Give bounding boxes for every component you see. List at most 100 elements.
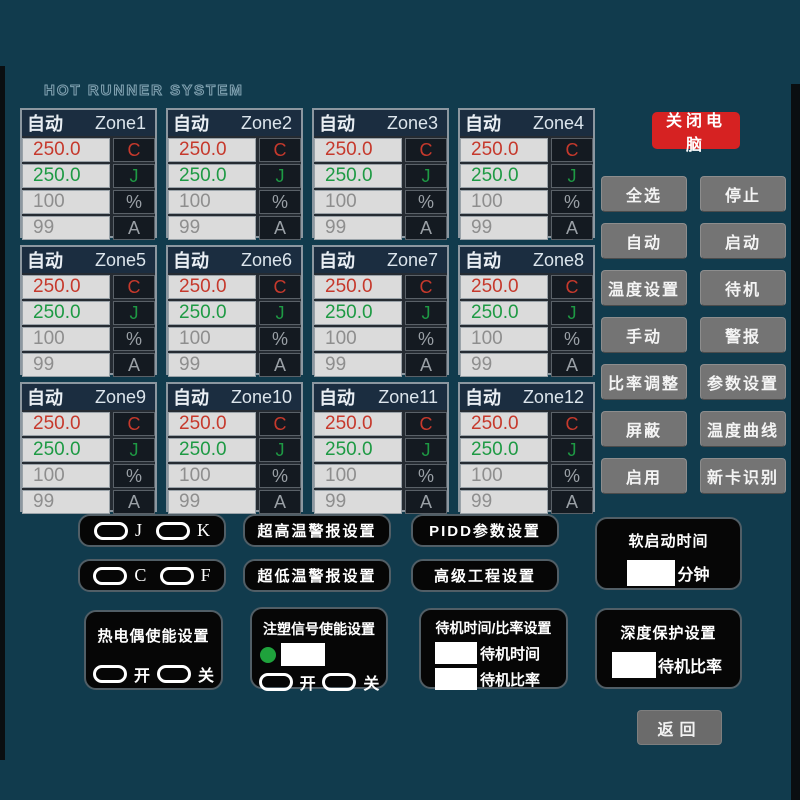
zone-header: 自动 Zone5 [22, 247, 155, 273]
zone-output-value: 100 [168, 464, 256, 488]
zone-panel[interactable]: 自动 Zone3 250.0 C 250.0 J 100 % 99 A [312, 108, 449, 238]
injection-on-option[interactable]: 开 [259, 670, 316, 694]
zone-output-unit: % [551, 464, 593, 488]
control-button[interactable]: 启用 [601, 458, 687, 494]
zone-output-row: 100 % [22, 327, 155, 351]
advanced-engineering-settings-button[interactable]: 高级工程设置 [411, 559, 559, 592]
control-button[interactable]: 手动 [601, 317, 687, 353]
zone-output-row: 100 % [314, 464, 447, 488]
zone-actual-temp-row: 250.0 C [314, 412, 447, 436]
low-temp-alarm-settings-button[interactable]: 超低温警报设置 [243, 559, 391, 592]
zone-thermocouple-type: J [113, 164, 155, 188]
zone-output-unit: % [113, 464, 155, 488]
pidd-parameter-settings-button[interactable]: PIDD参数设置 [411, 514, 559, 547]
control-button[interactable]: 待机 [700, 270, 786, 306]
radio-oval-icon[interactable] [93, 665, 127, 683]
control-button[interactable]: 温度曲线 [700, 411, 786, 447]
zone-panel[interactable]: 自动 Zone9 250.0 C 250.0 J 100 % 99 A [20, 382, 157, 512]
standby-ratio-input[interactable] [435, 668, 477, 690]
control-button[interactable]: 屏蔽 [601, 411, 687, 447]
radio-oval-icon[interactable] [94, 522, 128, 540]
zone-output-value: 100 [22, 327, 110, 351]
zone-current-row: 99 A [460, 216, 593, 240]
zone-current-row: 99 A [168, 490, 301, 514]
zone-output-unit: % [405, 327, 447, 351]
tc-type-option-k[interactable]: K [156, 520, 210, 541]
zone-panel[interactable]: 自动 Zone12 250.0 C 250.0 J 100 % 99 A [458, 382, 595, 512]
zone-mode-label: 自动 [465, 384, 501, 410]
tc-type-option-j[interactable]: J [94, 520, 142, 541]
zone-set-temp-row: 250.0 J [460, 301, 593, 325]
back-button[interactable]: 返回 [637, 710, 722, 745]
zone-actual-temp-unit: C [259, 138, 301, 162]
zone-panel[interactable]: 自动 Zone8 250.0 C 250.0 J 100 % 99 A [458, 245, 595, 375]
radio-oval-icon[interactable] [160, 567, 194, 585]
injection-signal-input[interactable] [281, 643, 325, 666]
zone-output-value: 100 [22, 464, 110, 488]
zone-current-value: 99 [314, 490, 402, 514]
zone-header: 自动 Zone4 [460, 110, 593, 136]
zone-set-temp-row: 250.0 J [22, 301, 155, 325]
zone-output-unit: % [551, 327, 593, 351]
control-button[interactable]: 启动 [700, 223, 786, 259]
zone-name-label: Zone2 [241, 113, 292, 134]
soft-start-row: 分钟 [597, 560, 740, 586]
high-temp-alarm-settings-button[interactable]: 超高温警报设置 [243, 514, 391, 547]
zone-current-row: 99 A [314, 490, 447, 514]
zone-panel[interactable]: 自动 Zone7 250.0 C 250.0 J 100 % 99 A [312, 245, 449, 375]
zone-name-label: Zone7 [387, 250, 438, 271]
control-button[interactable]: 参数设置 [700, 364, 786, 400]
radio-oval-icon[interactable] [322, 673, 356, 691]
control-button[interactable]: 停止 [700, 176, 786, 212]
zone-current-row: 99 A [22, 490, 155, 514]
zone-current-unit: A [259, 490, 301, 514]
zone-output-value: 100 [314, 464, 402, 488]
radio-oval-icon[interactable] [93, 567, 127, 585]
control-button[interactable]: 新卡识别 [700, 458, 786, 494]
standby-time-input[interactable] [435, 642, 477, 664]
control-button[interactable]: 自动 [601, 223, 687, 259]
zone-name-label: Zone11 [378, 387, 438, 408]
zone-name-label: Zone10 [231, 387, 292, 408]
control-button[interactable]: 警报 [700, 317, 786, 353]
zone-mode-label: 自动 [173, 247, 209, 273]
control-button[interactable]: 温度设置 [601, 270, 687, 306]
radio-oval-icon[interactable] [259, 673, 293, 691]
depth-protection-input[interactable] [612, 652, 656, 678]
zone-current-value: 99 [460, 216, 548, 240]
zone-panel[interactable]: 自动 Zone5 250.0 C 250.0 J 100 % 99 A [20, 245, 157, 375]
temp-unit-option-f[interactable]: F [160, 565, 211, 586]
zone-name-label: Zone6 [241, 250, 292, 271]
zone-mode-label: 自动 [27, 110, 63, 136]
zone-output-unit: % [259, 190, 301, 214]
zone-panel[interactable]: 自动 Zone4 250.0 C 250.0 J 100 % 99 A [458, 108, 595, 238]
soft-start-minutes-input[interactable] [627, 560, 675, 586]
zone-panel[interactable]: 自动 Zone10 250.0 C 250.0 J 100 % 99 A [166, 382, 303, 512]
tc-enable-off-option[interactable]: 关 [157, 662, 214, 686]
tc-enable-on-option[interactable]: 开 [93, 662, 150, 686]
zone-panel[interactable]: 自动 Zone11 250.0 C 250.0 J 100 % 99 A [312, 382, 449, 512]
zone-actual-temp-row: 250.0 C [22, 275, 155, 299]
zone-mode-label: 自动 [173, 384, 209, 410]
zone-actual-temp-value: 250.0 [314, 275, 402, 299]
zone-header: 自动 Zone1 [22, 110, 155, 136]
control-button[interactable]: 比率调整 [601, 364, 687, 400]
zone-current-value: 99 [314, 353, 402, 377]
zone-current-unit: A [551, 353, 593, 377]
radio-oval-icon[interactable] [157, 665, 191, 683]
zone-panel[interactable]: 自动 Zone6 250.0 C 250.0 J 100 % 99 A [166, 245, 303, 375]
zone-header: 自动 Zone7 [314, 247, 447, 273]
zone-header: 自动 Zone6 [168, 247, 301, 273]
zone-output-value: 100 [314, 190, 402, 214]
radio-oval-icon[interactable] [156, 522, 190, 540]
temp-unit-option-c[interactable]: C [93, 565, 146, 586]
control-button[interactable]: 全选 [601, 176, 687, 212]
zone-set-temp-value: 250.0 [460, 438, 548, 462]
injection-off-option[interactable]: 关 [322, 670, 379, 694]
zone-panel[interactable]: 自动 Zone2 250.0 C 250.0 J 100 % 99 A [166, 108, 303, 238]
zone-actual-temp-value: 250.0 [168, 275, 256, 299]
shutdown-computer-button[interactable]: 关闭电脑 [652, 112, 740, 149]
zone-set-temp-value: 250.0 [168, 301, 256, 325]
zone-actual-temp-row: 250.0 C [460, 138, 593, 162]
zone-panel[interactable]: 自动 Zone1 250.0 C 250.0 J 100 % 99 A [20, 108, 157, 238]
